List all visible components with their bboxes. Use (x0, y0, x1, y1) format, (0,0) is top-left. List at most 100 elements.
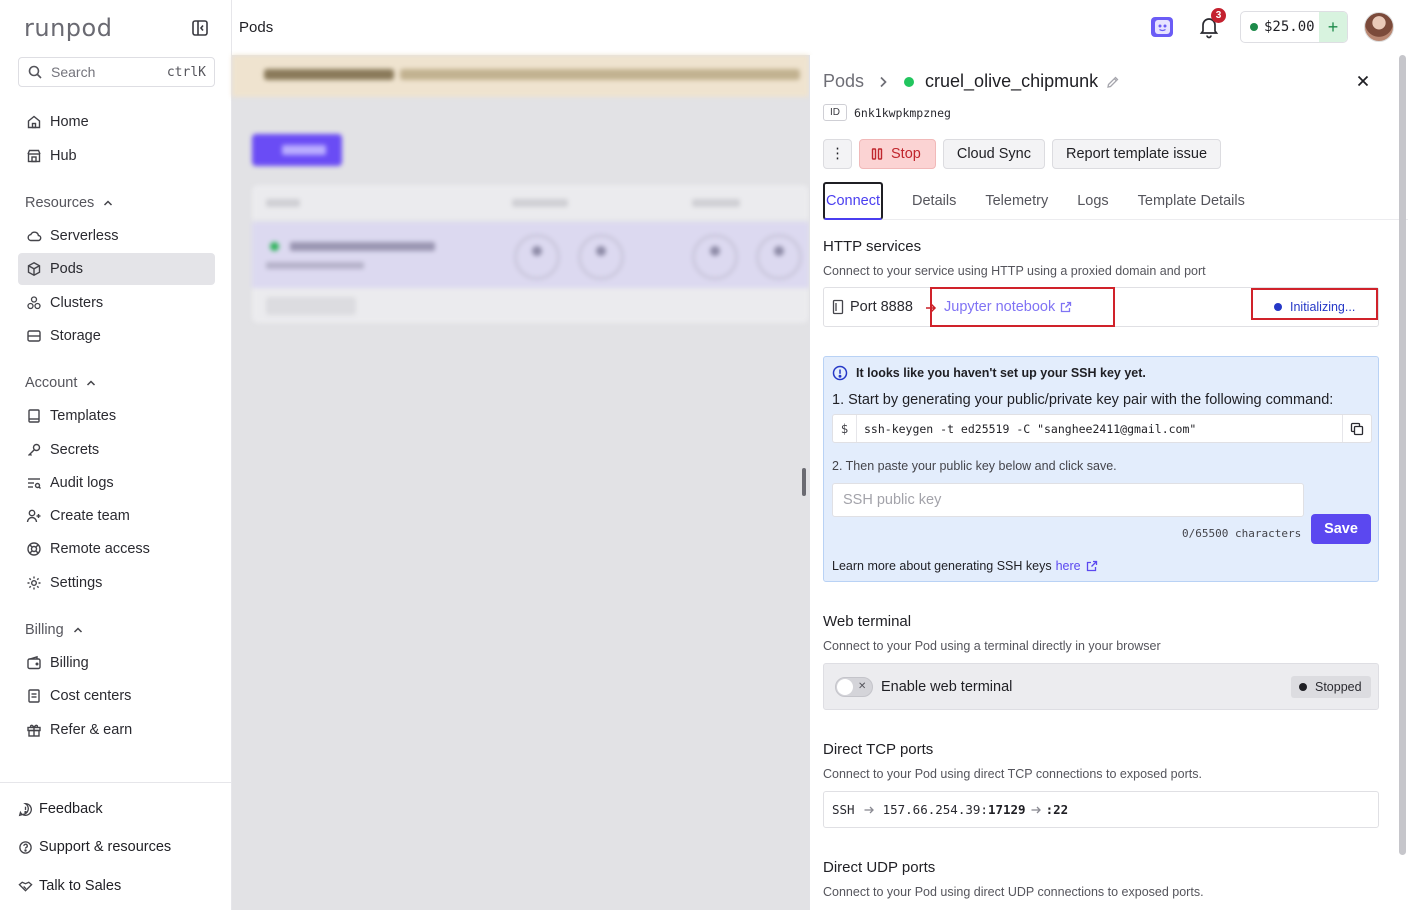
sidebar-item-cost-centers[interactable]: Cost centers (18, 680, 215, 712)
notification-badge: 3 (1211, 8, 1226, 23)
assistant-bot-icon[interactable] (1150, 14, 1176, 40)
tcp-port-row[interactable]: SSH 157.66.254.39: 17129 :22 (823, 791, 1379, 828)
pod-status-dot (904, 76, 915, 87)
more-menu-button[interactable]: ⋮ (823, 139, 852, 169)
deploy-button (252, 134, 342, 166)
ssh-learn-more: Learn more about generating SSH keys her… (832, 559, 1098, 573)
sidebar-item-templates[interactable]: Templates (18, 400, 215, 432)
sidebar-item-label: Home (50, 114, 89, 130)
web-terminal-toggle[interactable]: ✕ (835, 677, 873, 697)
sidebar-item-create-team[interactable]: Create team (18, 500, 215, 532)
tab-telemetry[interactable]: Telemetry (985, 182, 1048, 220)
pod-detail-panel: Pods cruel_olive_chipmunk ID 6nk1kwpkmpz… (809, 55, 1408, 910)
tcp-ports-title: Direct TCP ports (823, 741, 934, 758)
sidebar-item-refer-earn[interactable]: Refer & earn (18, 714, 215, 746)
report-template-issue-button[interactable]: Report template issue (1052, 139, 1222, 169)
ssh-public-key-input[interactable]: SSH public key (832, 483, 1304, 517)
breadcrumb: Pods cruel_olive_chipmunk (823, 71, 1120, 92)
balance-amount: $25.00 (1264, 19, 1315, 35)
tcp-protocol: SSH (832, 802, 855, 817)
breadcrumb-pods-link[interactable]: Pods (823, 71, 864, 92)
save-button[interactable]: Save (1311, 514, 1371, 544)
status-text: Initializing... (1290, 300, 1356, 314)
chevron-right-icon (876, 75, 890, 89)
sidebar-item-pods[interactable]: Pods (18, 253, 215, 285)
sidebar-item-label: Serverless (50, 228, 119, 244)
avatar[interactable] (1364, 12, 1394, 42)
pod-name: cruel_olive_chipmunk (925, 71, 1099, 91)
search-shortcut: ctrlK (166, 64, 206, 80)
char-count: 0/65500 characters (1182, 527, 1302, 540)
handshake-icon (18, 879, 33, 894)
search-icon (27, 64, 43, 80)
status-dot (1274, 303, 1282, 311)
security-banner (232, 55, 809, 97)
service-name: Jupyter notebook (944, 299, 1056, 315)
sidebar-item-label: Create team (50, 508, 130, 524)
x-icon: ✕ (858, 681, 867, 692)
status-dot (1299, 683, 1307, 691)
cloud-sync-button[interactable]: Cloud Sync (942, 139, 1045, 169)
balance-widget[interactable]: $25.00 + (1240, 11, 1348, 43)
sidebar-item-billing[interactable]: Billing (18, 647, 215, 679)
pod-actions: ⋮ Stop Cloud Sync Report template issue (823, 139, 1228, 169)
section-resources[interactable]: Resources (25, 195, 114, 211)
ssh-step-2: 2. Then paste your public key below and … (832, 459, 1117, 473)
info-icon (832, 365, 848, 381)
wallet-icon (26, 655, 42, 671)
stop-button[interactable]: Stop (859, 139, 936, 169)
chevron-up-icon (102, 197, 114, 209)
cloud-icon (26, 228, 42, 244)
copy-icon[interactable] (1342, 415, 1371, 442)
ssh-setup-notice: It looks like you haven't set up your SS… (823, 356, 1379, 582)
chevron-up-icon (72, 624, 84, 636)
runpod-logo[interactable]: runpod (24, 14, 112, 42)
sidebar-item-clusters[interactable]: Clusters (18, 287, 215, 319)
sidebar-collapse-icon[interactable] (190, 18, 210, 38)
ssh-keygen-command[interactable]: ssh-keygen -t ed25519 -C "sanghee2411@gm… (857, 422, 1342, 436)
toggle-label: Enable web terminal (881, 679, 1013, 695)
sidebar-item-label: Storage (50, 328, 101, 344)
stop-label: Stop (891, 146, 921, 162)
sidebar-item-remote-access[interactable]: Remote access (18, 533, 215, 565)
search-input[interactable]: Search ctrlK (18, 57, 215, 87)
tab-details[interactable]: Details (912, 182, 956, 220)
learn-more-link[interactable]: here (1056, 559, 1098, 573)
tab-template-details[interactable]: Template Details (1138, 182, 1245, 220)
sidebar-item-label: Cost centers (50, 688, 132, 704)
sidebar-item-audit-logs[interactable]: Audit logs (18, 467, 215, 499)
panel-scrollbar[interactable] (1399, 55, 1406, 855)
arrow-right-icon (1030, 804, 1042, 816)
key-icon (26, 442, 42, 458)
page-title: Pods (239, 19, 274, 36)
section-account[interactable]: Account (25, 375, 97, 391)
sidebar-item-home[interactable]: Home (18, 106, 215, 138)
sidebar-item-label: Hub (50, 148, 77, 164)
resize-handle[interactable] (802, 468, 806, 496)
section-billing[interactable]: Billing (25, 622, 84, 638)
external-link-icon (1060, 301, 1072, 313)
sidebar-item-hub[interactable]: Hub (18, 140, 215, 172)
tab-connect[interactable]: Connect (823, 182, 884, 220)
jupyter-notebook-link[interactable]: Jupyter notebook (944, 299, 1072, 315)
template-icon (26, 408, 42, 424)
support-link[interactable]: Support & resources (18, 839, 171, 855)
sidebar-item-settings[interactable]: Settings (18, 567, 215, 599)
talk-to-sales-link[interactable]: Talk to Sales (18, 878, 121, 894)
pencil-icon[interactable] (1106, 75, 1120, 89)
ssh-warning: It looks like you haven't set up your SS… (832, 365, 1146, 381)
tcp-public-port: 17129 (987, 802, 1026, 817)
add-funds-button[interactable]: + (1319, 12, 1347, 42)
web-terminal-row: ✕ Enable web terminal Stopped (823, 663, 1379, 710)
sidebar-item-serverless[interactable]: Serverless (18, 220, 215, 252)
sidebar-footer: Feedback Support & resources Talk to Sal… (0, 782, 232, 910)
feedback-link[interactable]: Feedback (18, 801, 103, 817)
footer-label: Talk to Sales (39, 878, 122, 894)
udp-ports-subtitle: Connect to your Pod using direct UDP con… (823, 885, 1204, 899)
close-icon[interactable] (1355, 73, 1371, 89)
chevron-up-icon (85, 377, 97, 389)
tab-logs[interactable]: Logs (1077, 182, 1108, 220)
sidebar-item-secrets[interactable]: Secrets (18, 434, 215, 466)
sidebar-item-storage[interactable]: Storage (18, 320, 215, 352)
footer-label: Feedback (39, 801, 103, 817)
